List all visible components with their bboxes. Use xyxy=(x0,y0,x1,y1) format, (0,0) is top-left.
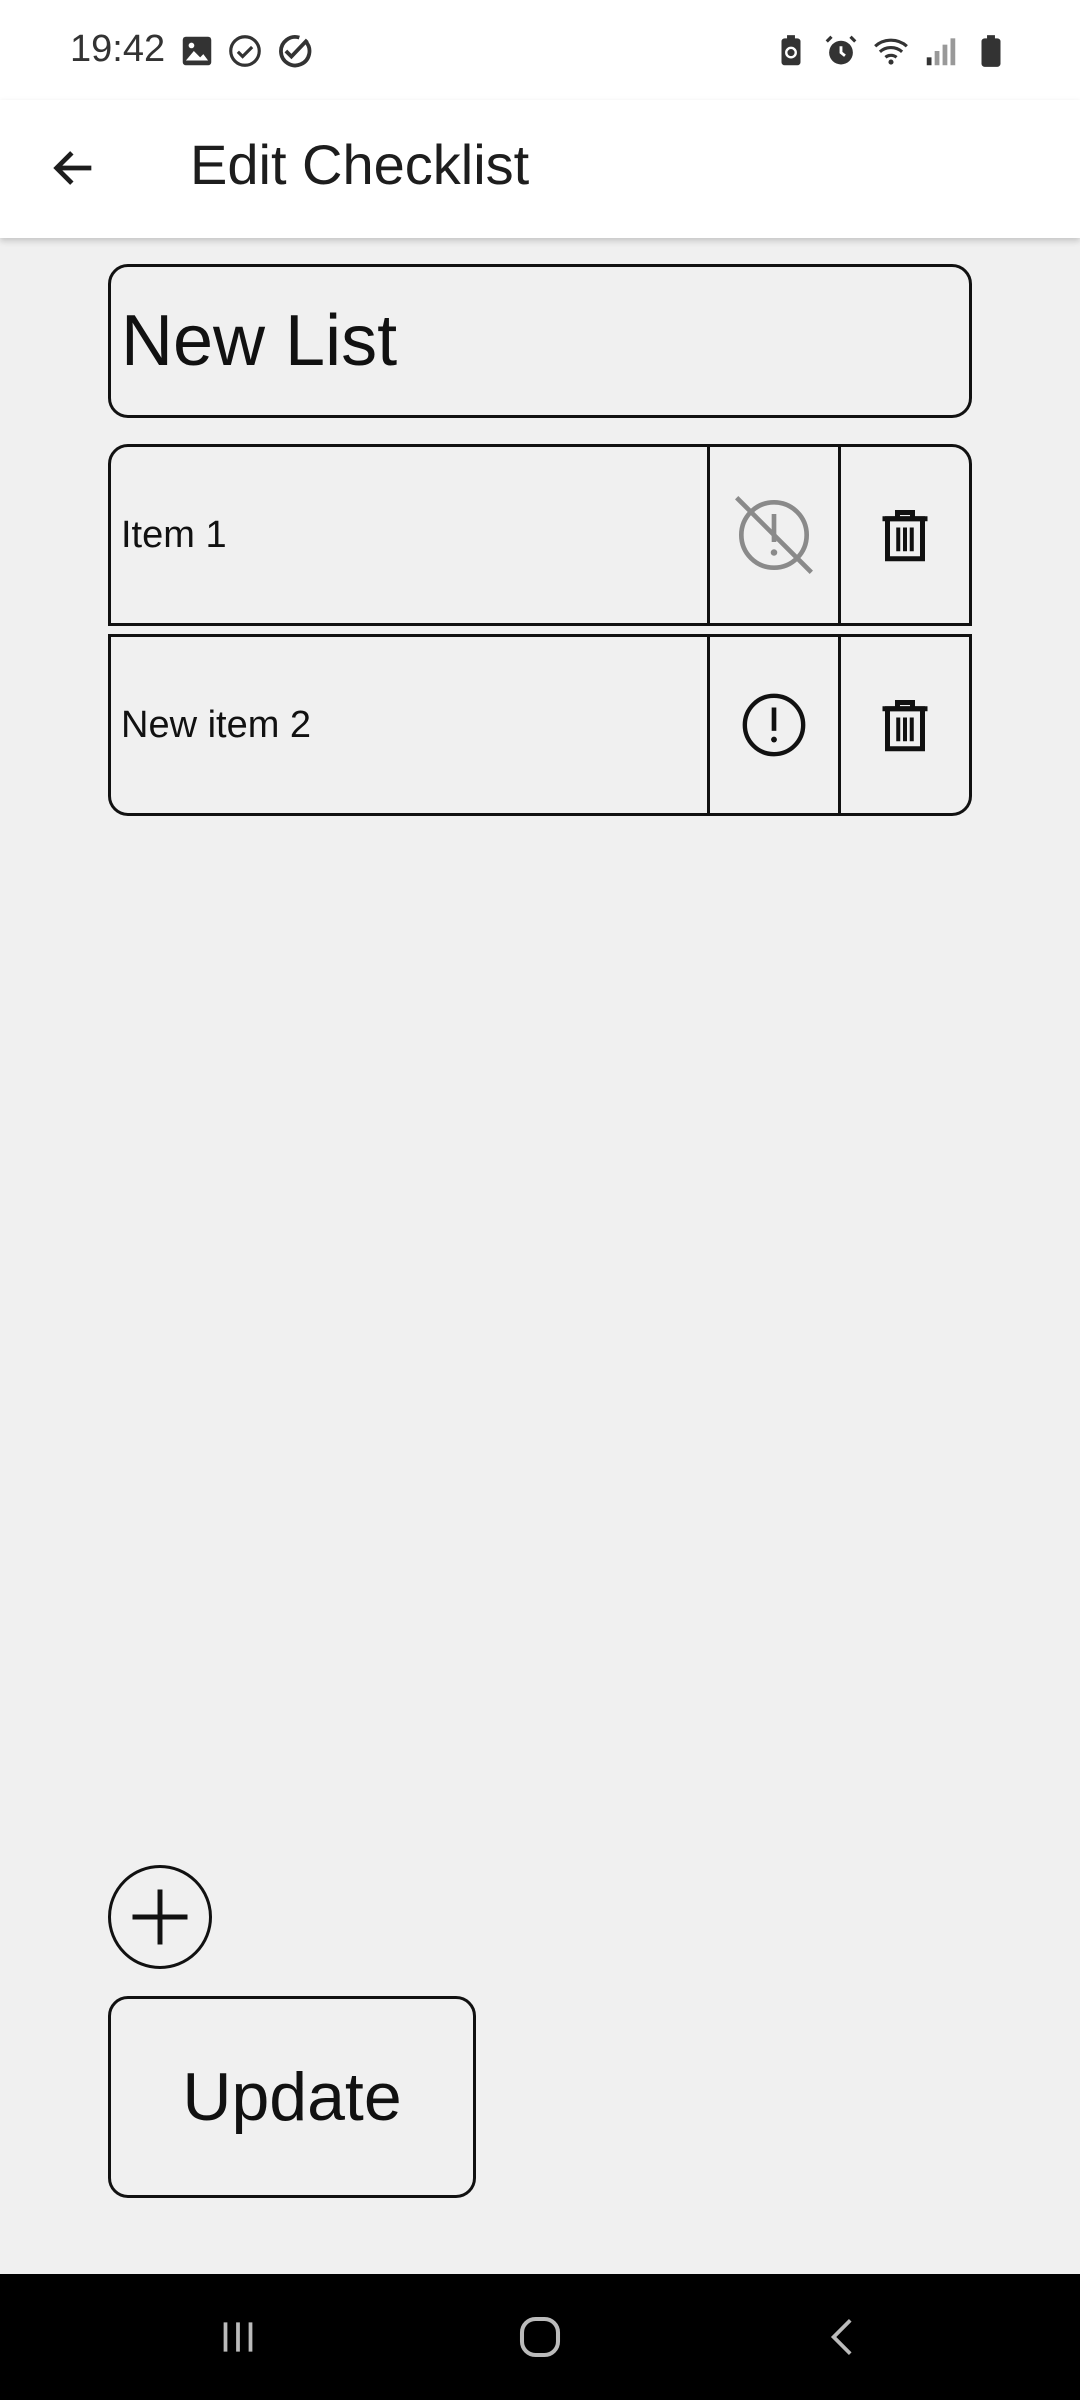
home-icon xyxy=(519,2316,561,2358)
signal-icon xyxy=(926,38,956,66)
list-item xyxy=(108,634,972,816)
status-notification-icons xyxy=(178,32,312,70)
page-title: Edit Checklist xyxy=(190,133,530,196)
recent-apps-button[interactable] xyxy=(198,2304,278,2370)
delete-item-button[interactable] xyxy=(838,447,969,623)
item-text-input[interactable] xyxy=(111,447,707,623)
image-icon xyxy=(182,36,212,66)
list-title-input[interactable] xyxy=(108,264,972,418)
priority-toggle-button[interactable] xyxy=(707,637,838,813)
check-circle-icon xyxy=(229,35,261,67)
list-item xyxy=(108,444,972,626)
alarm-icon xyxy=(825,35,857,65)
system-back-button[interactable] xyxy=(804,2304,884,2370)
battery-icon xyxy=(981,35,1001,67)
back-button[interactable] xyxy=(36,130,112,206)
back-icon xyxy=(830,2319,852,2355)
plus-icon xyxy=(132,1889,188,1945)
system-nav-bar xyxy=(0,2274,1080,2400)
priority-off-icon xyxy=(735,496,813,574)
checklist-items xyxy=(108,444,972,816)
add-item-button[interactable] xyxy=(108,1865,212,1969)
arrow-left-icon xyxy=(53,151,92,185)
priority-toggle-button[interactable] xyxy=(707,447,838,623)
trash-icon xyxy=(882,510,928,562)
wifi-icon xyxy=(874,38,908,65)
status-time: 19:42 xyxy=(70,28,166,70)
update-button[interactable]: Update xyxy=(108,1996,476,2198)
status-bar: 19:42 xyxy=(0,0,1080,100)
app-bar: Edit Checklist xyxy=(0,100,1080,238)
status-system-icons xyxy=(772,32,1010,70)
item-text-input[interactable] xyxy=(111,637,707,813)
home-button[interactable] xyxy=(500,2304,580,2370)
recent-apps-icon xyxy=(223,2322,253,2352)
priority-icon xyxy=(742,693,806,757)
trash-icon xyxy=(882,700,928,752)
delete-item-button[interactable] xyxy=(838,637,969,813)
check-icon xyxy=(279,35,312,68)
battery-saver-icon xyxy=(781,35,801,66)
